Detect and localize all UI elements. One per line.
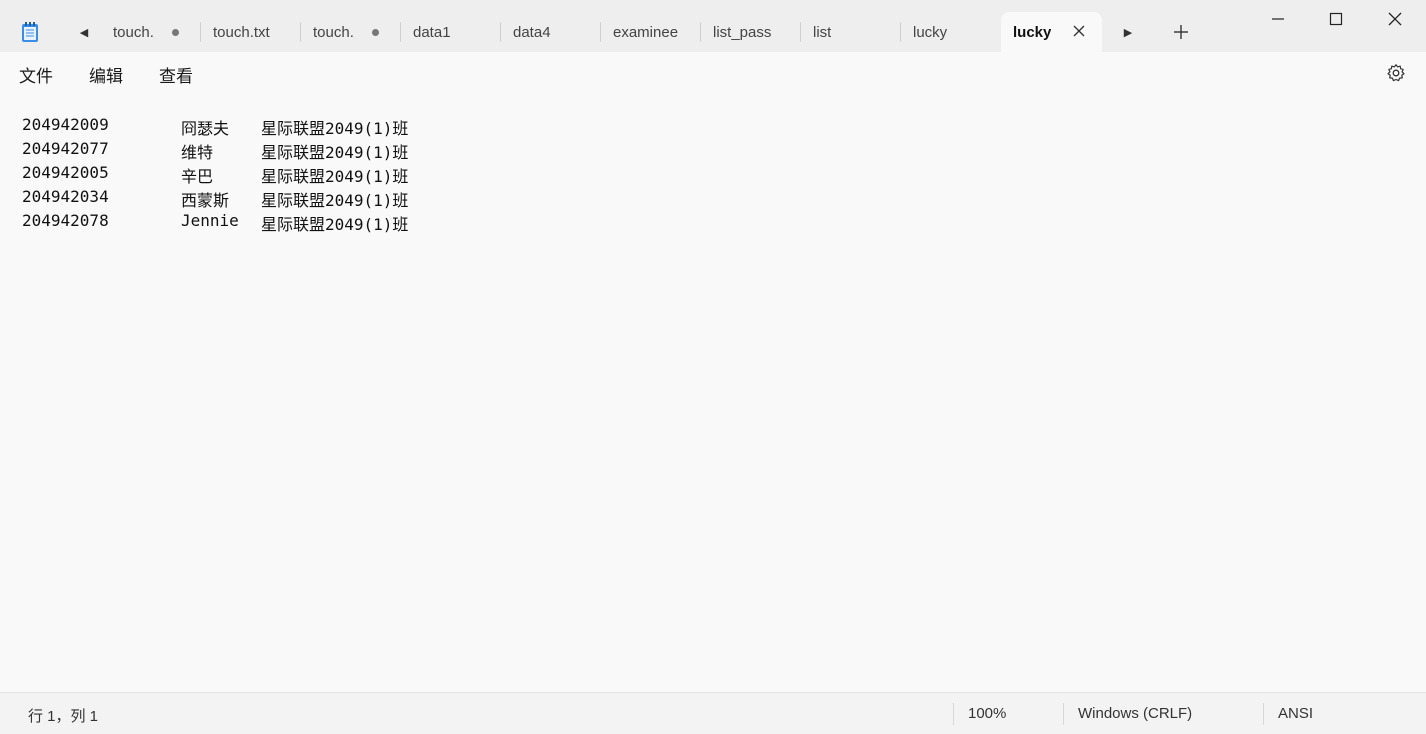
tab-lucky-active[interactable]: lucky	[1001, 12, 1102, 52]
tab-label: list	[813, 23, 832, 41]
student-id: 204942005	[22, 163, 109, 182]
caret-right-icon: ▶	[1123, 26, 1133, 39]
menu-view[interactable]: 查看	[159, 62, 193, 87]
student-class: 星际联盟2049(1)班	[261, 119, 409, 138]
student-id: 204942077	[22, 139, 109, 158]
encoding[interactable]: ANSI	[1278, 705, 1313, 722]
notepad-icon	[22, 22, 38, 42]
tab-lucky-1[interactable]: lucky	[901, 12, 1001, 52]
student-id: 204942034	[22, 187, 109, 206]
scroll-tabs-right-button[interactable]: ▶	[1116, 20, 1140, 44]
menu-file[interactable]: 文件	[19, 62, 53, 87]
gear-icon[interactable]	[1386, 63, 1406, 83]
close-icon[interactable]	[1072, 24, 1086, 38]
caret-left-icon: ◀	[79, 26, 89, 39]
student-name: 维特	[181, 143, 214, 162]
tab-label: data4	[513, 23, 551, 41]
student-name: Jennie	[181, 211, 239, 230]
minimize-icon[interactable]	[1266, 8, 1290, 30]
tab-label: touch.	[113, 23, 154, 41]
title-bar: ◀ touch. touch.txt touch. data1 data4 ex…	[0, 0, 1426, 52]
student-id: 204942009	[22, 115, 109, 134]
text-line: 204942009 冏瑟夫 星际联盟2049(1)班	[22, 115, 408, 139]
student-id: 204942078	[22, 211, 109, 230]
student-name: 西蒙斯	[181, 191, 230, 210]
tab-list-pass[interactable]: list_pass	[701, 12, 801, 52]
tab-examinee[interactable]: examinee	[601, 12, 701, 52]
text-line: 204942005 辛巴 星际联盟2049(1)班	[22, 163, 408, 187]
tab-label: touch.txt	[213, 23, 270, 41]
tab-touch-txt[interactable]: touch.txt	[201, 12, 301, 52]
tab-label: touch.	[313, 23, 354, 41]
text-editor[interactable]: 204942009 冏瑟夫 星际联盟2049(1)班 204942077 维特 …	[0, 93, 1426, 692]
student-class: 星际联盟2049(1)班	[261, 191, 409, 210]
unsaved-dot-icon	[372, 29, 379, 36]
tab-label: lucky	[1013, 23, 1052, 41]
text-line: 204942077 维特 星际联盟2049(1)班	[22, 139, 408, 163]
student-class: 星际联盟2049(1)班	[261, 167, 409, 186]
tab-touch-2[interactable]: touch.	[301, 12, 401, 52]
menu-edit[interactable]: 编辑	[89, 62, 123, 87]
zoom-level[interactable]: 100%	[968, 705, 1006, 722]
tab-list[interactable]: list	[801, 12, 901, 52]
cursor-position: 行 1，列 1	[28, 708, 99, 725]
student-name: 辛巴	[181, 167, 214, 186]
scroll-tabs-left-button[interactable]: ◀	[72, 20, 96, 44]
tab-label: list_pass	[713, 23, 772, 41]
student-class: 星际联盟2049(1)班	[261, 215, 409, 234]
line-ending[interactable]: Windows (CRLF)	[1078, 705, 1192, 722]
tab-touch-1[interactable]: touch.	[101, 12, 201, 52]
tab-data1[interactable]: data1	[401, 12, 501, 52]
text-line: 204942034 西蒙斯 星际联盟2049(1)班	[22, 187, 408, 211]
student-name: 冏瑟夫	[181, 119, 230, 138]
text-line: 204942078 Jennie 星际联盟2049(1)班	[22, 211, 408, 235]
student-class: 星际联盟2049(1)班	[261, 143, 409, 162]
unsaved-dot-icon	[172, 29, 179, 36]
close-window-icon[interactable]	[1383, 8, 1407, 30]
tab-data4[interactable]: data4	[501, 12, 601, 52]
tab-label: data1	[413, 23, 451, 41]
status-bar: 行 1，列 1 100% Windows (CRLF) ANSI	[0, 692, 1426, 734]
maximize-icon[interactable]	[1324, 8, 1348, 30]
plus-icon[interactable]	[1170, 21, 1192, 43]
tab-label: lucky	[913, 23, 948, 41]
tab-label: examinee	[613, 23, 679, 41]
menu-bar: 文件 编辑 查看	[0, 52, 1426, 94]
